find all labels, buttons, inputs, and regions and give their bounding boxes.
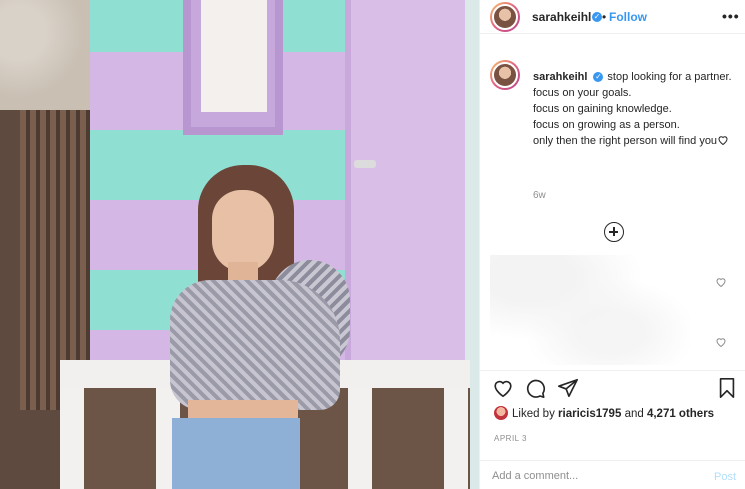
door-handle <box>354 160 376 168</box>
follow-button[interactable]: Follow <box>609 10 647 24</box>
plus-circle-icon[interactable] <box>604 222 624 242</box>
model-face <box>212 190 274 272</box>
likes-summary: Liked by riaricis1795 and 4,271 others <box>494 406 714 420</box>
heart-icon[interactable] <box>715 336 727 348</box>
caption-username[interactable]: sarahkeihl <box>533 71 587 83</box>
house-window <box>183 0 283 135</box>
post-details-panel: sarahkeihl ✓ • Follow ••• sarahkeihl ✓ sto… <box>479 0 745 489</box>
post-actions <box>480 370 745 402</box>
post-photo[interactable] <box>0 0 479 489</box>
heart-outline-icon <box>718 136 728 146</box>
caption-line: focus on your goals. <box>533 87 632 99</box>
caption-line: stop looking for a partner. <box>607 71 732 83</box>
avatar[interactable] <box>490 2 520 32</box>
model-plaid-top <box>170 280 340 410</box>
caption-line: focus on gaining knowledge. <box>533 103 672 115</box>
bookmark-icon[interactable] <box>716 377 738 399</box>
caption-line: focus on growing as a person. <box>533 119 680 131</box>
header-username[interactable]: sarahkeihl <box>532 10 591 24</box>
post-header: sarahkeihl ✓ • Follow ••• <box>480 0 745 34</box>
heart-icon[interactable] <box>715 276 727 288</box>
post-time-ago[interactable]: 6w <box>533 190 546 201</box>
heart-icon[interactable] <box>492 377 514 399</box>
header-separator: • <box>602 10 607 24</box>
verified-badge-icon: ✓ <box>592 12 602 22</box>
post-caption: sarahkeihl ✓ stop looking for a partner. f… <box>533 69 733 149</box>
verified-badge-icon: ✓ <box>593 72 604 82</box>
hidden-comments-area <box>490 255 690 365</box>
caption-line: only then the right person will find you <box>533 135 718 147</box>
comment-input[interactable] <box>492 467 692 485</box>
avatar[interactable] <box>494 406 508 420</box>
caption-avatar[interactable] <box>490 60 520 90</box>
paper-plane-icon[interactable] <box>557 377 579 399</box>
liker-username[interactable]: riaricis1795 <box>558 408 621 420</box>
comment-box: Post <box>480 460 745 489</box>
more-options-icon[interactable]: ••• <box>722 8 740 24</box>
post-date: APRIL 3 <box>494 434 527 443</box>
house-door <box>345 0 470 370</box>
likes-count-link[interactable]: 4,271 others <box>647 408 714 420</box>
post-comment-button[interactable]: Post <box>714 471 736 483</box>
model-jeans <box>172 418 300 489</box>
comment-icon[interactable] <box>524 377 546 399</box>
palm-foliage <box>0 0 95 110</box>
